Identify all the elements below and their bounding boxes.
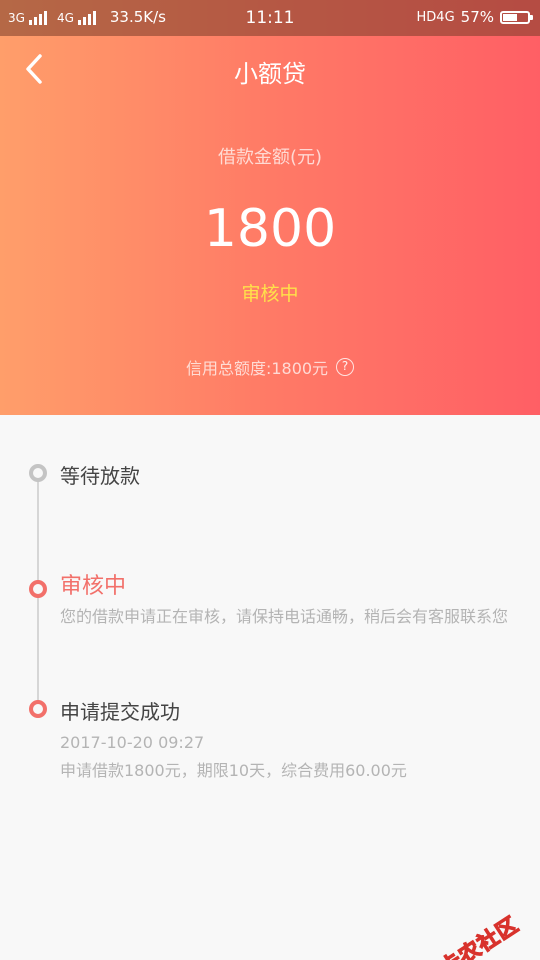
timeline-step-title: 审核中 (60, 574, 127, 599)
loan-detail-screen: 3G 4G 33.5K/s 11:11 HD4G 57% 小额贷 借款金额(元)… (0, 0, 540, 960)
battery-icon (500, 10, 533, 24)
question-circle-icon[interactable]: ? (336, 358, 355, 376)
loan-progress-timeline: 等待放款 审核中 您的借款申请正在审核，请保持电话通畅，稍后会有客服联系您 申请… (0, 415, 540, 960)
battery-percent: 57% (460, 8, 494, 26)
timeline-dot-pending (29, 464, 47, 482)
loan-status-text: 审核中 (241, 283, 299, 305)
timeline-dot-done (29, 700, 47, 718)
status-bar: 3G 4G 33.5K/s 11:11 HD4G 57% (0, 0, 540, 36)
loan-header: 3G 4G 33.5K/s 11:11 HD4G 57% 小额贷 借款金额(元)… (0, 0, 540, 415)
timeline-step-description: 申请借款1800元，期限10天，综合费用60.00元 (60, 761, 407, 780)
page-title: 小额贷 (234, 60, 306, 88)
loan-amount-label: 借款金额(元) (217, 147, 323, 168)
timeline-step-description: 您的借款申请正在审核，请保持电话通畅，稍后会有客服联系您 (60, 607, 509, 626)
timeline-dot-active (29, 580, 47, 598)
loan-amount-value: 1800 (203, 199, 337, 259)
timeline-step-timestamp: 2017-10-20 09:27 (60, 733, 205, 752)
hd-label: HD4G (416, 9, 455, 25)
status-right: HD4G 57% (416, 8, 533, 26)
timeline-step-title: 申请提交成功 (60, 700, 180, 724)
credit-limit-row: 信用总额度:1800元 ? (0, 355, 540, 379)
credit-limit-text: 信用总额度:1800元 (185, 359, 329, 378)
timeline-step-title: 等待放款 (60, 464, 140, 488)
